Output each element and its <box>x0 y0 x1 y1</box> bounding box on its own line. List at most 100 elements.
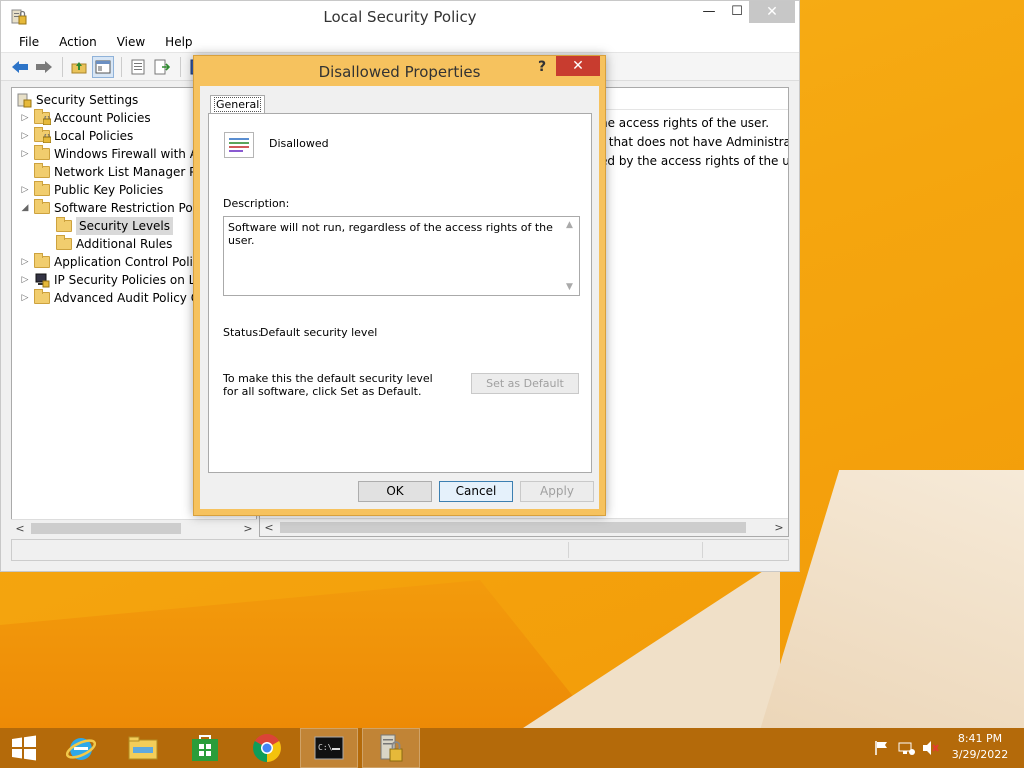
tree-item[interactable]: ▷ Public Key Policies <box>20 181 163 199</box>
windows-logo-icon <box>12 735 36 761</box>
volume-muted-icon <box>923 741 939 755</box>
scroll-thumb[interactable] <box>31 523 181 534</box>
set-as-default-button[interactable]: Set as Default <box>471 373 579 394</box>
tree-item[interactable]: ▷ Windows Firewall with Ad <box>20 145 205 163</box>
tab-general[interactable]: General <box>210 95 266 114</box>
tree-item[interactable]: Security Settings <box>16 91 138 109</box>
menu-bar: File Action View Help <box>1 31 799 53</box>
local-security-policy-button[interactable] <box>362 728 420 768</box>
menu-help[interactable]: Help <box>155 35 202 49</box>
clock-date: 3/29/2022 <box>951 748 1009 761</box>
tree-item-label: Application Control Polici <box>54 255 203 269</box>
status-segment <box>702 542 703 558</box>
maximize-button[interactable]: ☐ <box>723 1 751 23</box>
expand-arrow-icon[interactable]: ▷ <box>20 127 30 145</box>
ok-button[interactable]: OK <box>358 481 432 502</box>
menu-file[interactable]: File <box>9 35 49 49</box>
chrome-button[interactable] <box>238 728 296 768</box>
close-button[interactable]: ✕ <box>749 1 795 23</box>
up-one-level-button[interactable] <box>68 56 90 78</box>
details-row[interactable]: he access rights of the user. <box>600 116 769 130</box>
tree-item[interactable]: Network List Manager Pol <box>20 163 207 181</box>
tree-item[interactable]: ▷ Local Policies <box>20 127 133 145</box>
details-horizontal-scrollbar[interactable]: < > <box>260 518 788 536</box>
store-icon <box>192 735 218 761</box>
folder-icon <box>34 199 50 214</box>
folder-icon <box>34 253 50 268</box>
description-scrollbar[interactable]: ▲ ▼ <box>563 217 579 295</box>
expand-arrow-icon[interactable]: ▷ <box>20 289 30 307</box>
properties-icon <box>131 59 145 74</box>
file-explorer-button[interactable] <box>114 728 172 768</box>
scroll-thumb[interactable] <box>280 522 746 533</box>
scroll-left-arrow[interactable]: < <box>11 520 29 537</box>
expand-arrow-icon[interactable]: ▷ <box>20 145 30 163</box>
tree-item[interactable]: Security Levels <box>56 217 174 235</box>
forward-button[interactable] <box>33 56 55 78</box>
network-policy-icon <box>34 272 50 288</box>
taskbar: C:\ 8:41 PM 3/29/2022 <box>0 728 1024 768</box>
scroll-down-icon[interactable]: ▼ <box>566 282 573 292</box>
tree-item[interactable]: ▷ Account Policies <box>20 109 151 127</box>
dialog-body: General Disallowed Description: Software… <box>200 86 599 509</box>
toolbar-separator <box>180 56 181 77</box>
scroll-right-arrow[interactable]: > <box>770 519 788 536</box>
security-level-icon <box>224 132 254 158</box>
folder-icon <box>34 289 50 304</box>
expand-arrow-icon[interactable]: ▷ <box>20 271 30 289</box>
tree-item[interactable]: ▷ IP Security Policies on Loc <box>20 271 209 289</box>
tree-item[interactable]: ◢ Software Restriction Polici <box>20 199 209 217</box>
tree-item[interactable]: ▷ Advanced Audit Policy Co <box>20 289 206 307</box>
show-hide-console-tree-button[interactable] <box>92 55 114 78</box>
command-prompt-icon: C:\ <box>314 736 344 760</box>
status-bar <box>11 539 789 561</box>
system-clock[interactable]: 8:41 PM 3/29/2022 <box>945 731 1015 763</box>
tree-item-label: Advanced Audit Policy Co <box>54 291 207 305</box>
wallpaper-shape <box>0 580 600 728</box>
status-segment <box>568 542 569 558</box>
help-button[interactable]: ? <box>532 59 552 75</box>
expand-arrow-icon[interactable]: ▷ <box>20 253 30 271</box>
properties-button[interactable] <box>127 56 149 78</box>
volume-icon[interactable] <box>922 740 940 760</box>
network-icon[interactable] <box>898 740 916 760</box>
tree-item-label: Additional Rules <box>76 237 173 251</box>
store-button[interactable] <box>176 728 234 768</box>
tree-item[interactable]: Additional Rules <box>56 235 172 253</box>
description-textbox[interactable]: Software will not run, regardless of the… <box>223 216 580 296</box>
menu-view[interactable]: View <box>107 35 155 49</box>
description-label: Description: <box>223 197 290 210</box>
console-tree-icon <box>95 60 111 73</box>
cancel-button[interactable]: Cancel <box>439 481 513 502</box>
export-list-button[interactable] <box>151 56 173 78</box>
minimize-button[interactable]: — <box>695 1 723 23</box>
scroll-right-arrow[interactable]: > <box>239 520 257 537</box>
set-default-instructions: To make this the default security level … <box>223 372 433 398</box>
details-row[interactable]: r that does not have Administrator <box>600 135 788 149</box>
collapse-arrow-icon[interactable]: ◢ <box>20 199 30 217</box>
folder-lock-icon <box>34 127 51 143</box>
back-button[interactable] <box>9 56 31 78</box>
internet-explorer-button[interactable] <box>52 728 110 768</box>
details-row[interactable]: ed by the access rights of the user. <box>600 154 788 168</box>
dialog-close-button[interactable]: ✕ <box>556 56 600 76</box>
flag-icon[interactable] <box>874 740 890 760</box>
expand-arrow-icon[interactable]: ▷ <box>20 109 30 127</box>
tab-general-label: General <box>213 97 262 112</box>
back-arrow-icon <box>12 60 28 73</box>
tree-item[interactable]: ▷ Application Control Polici <box>20 253 203 271</box>
network-status-icon <box>898 742 915 755</box>
command-prompt-button[interactable]: C:\ <box>300 728 358 768</box>
scroll-left-arrow[interactable]: < <box>260 519 278 536</box>
start-button[interactable] <box>0 728 48 768</box>
menu-action[interactable]: Action <box>49 35 107 49</box>
tree-item-label: IP Security Policies on Loc <box>54 273 210 287</box>
apply-button[interactable]: Apply <box>520 481 594 502</box>
tree-item-label: Network List Manager Pol <box>54 165 207 179</box>
dialog-title-bar[interactable]: Disallowed Properties ? ✕ <box>194 56 605 86</box>
tree-horizontal-scrollbar[interactable]: < > <box>11 519 257 537</box>
scroll-up-icon[interactable]: ▲ <box>566 220 573 230</box>
file-explorer-icon <box>128 736 158 760</box>
title-bar[interactable]: Local Security Policy — ☐ ✕ <box>1 1 799 31</box>
expand-arrow-icon[interactable]: ▷ <box>20 181 30 199</box>
